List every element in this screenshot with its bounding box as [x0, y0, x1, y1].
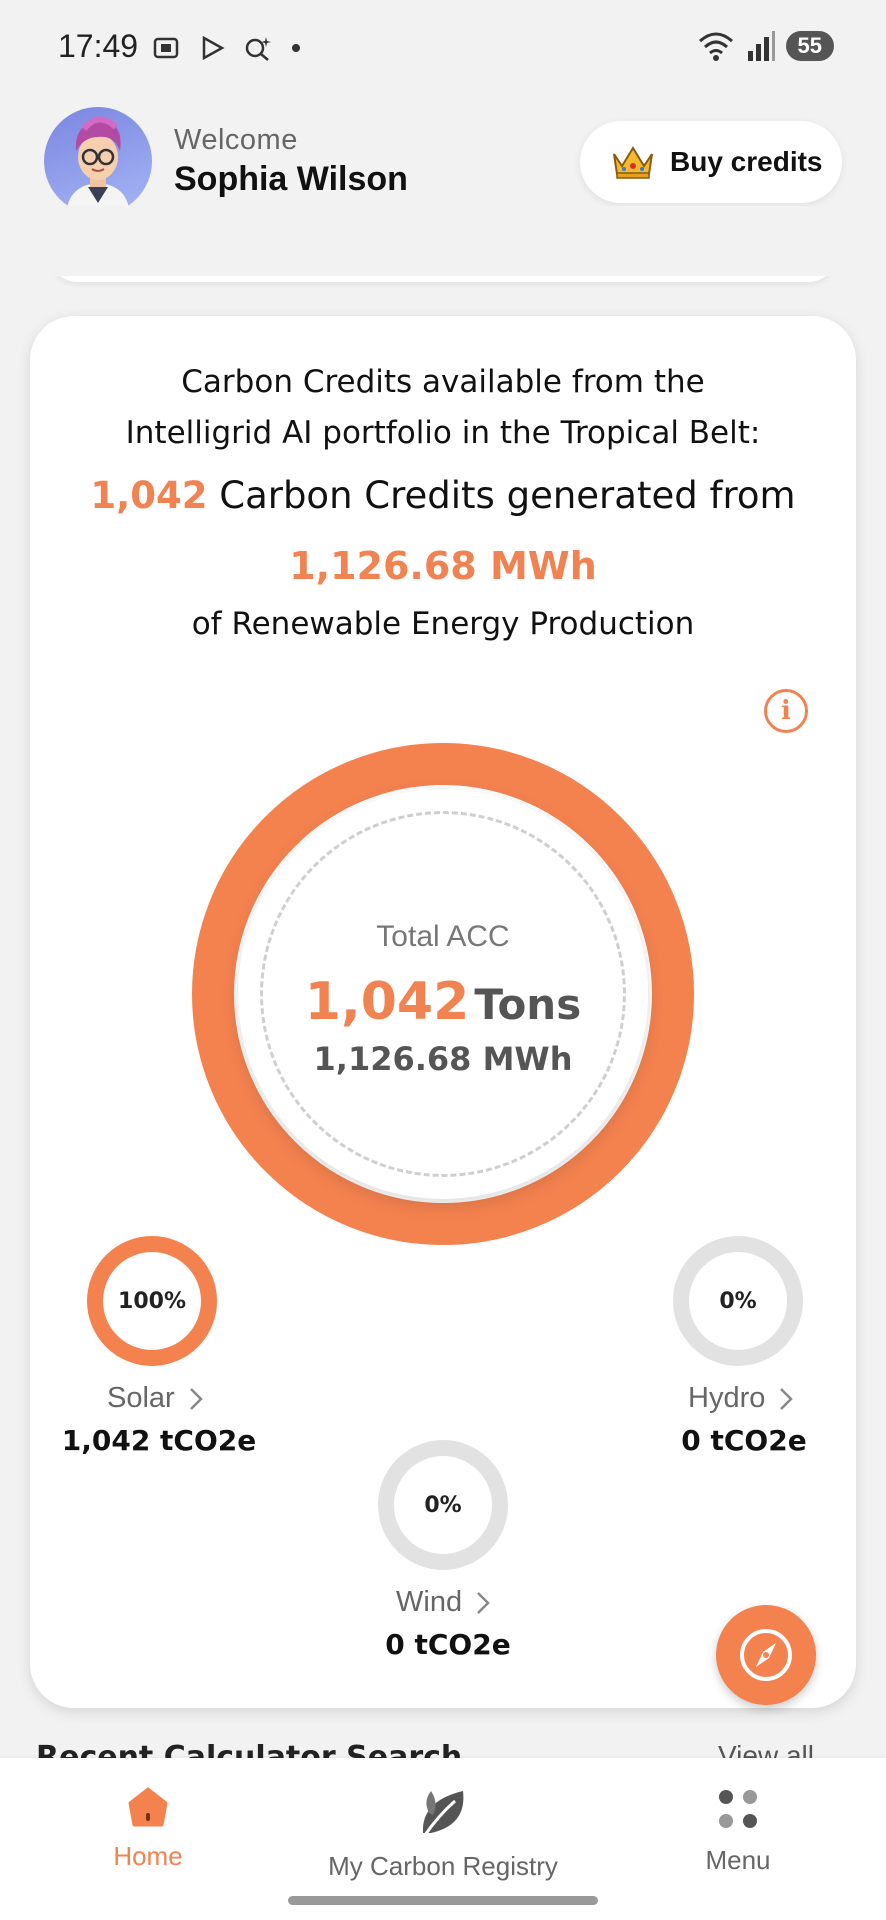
total-acc-label: Total ACC: [376, 920, 510, 953]
compass-icon: [740, 1629, 792, 1681]
solar-link[interactable]: Solar: [107, 1382, 203, 1415]
nav-menu[interactable]: Menu: [678, 1785, 798, 1876]
home-indicator[interactable]: [288, 1896, 598, 1905]
nav-home[interactable]: Home: [88, 1785, 208, 1872]
solar-percent: 100%: [118, 1288, 186, 1314]
chevron-right-icon: [189, 1387, 203, 1410]
hydro-value: 0 tCO2e: [681, 1424, 807, 1457]
menu-dots-icon: [719, 1790, 757, 1828]
nav-my-carbon-registry[interactable]: My Carbon Registry: [320, 1785, 566, 1882]
wind-link[interactable]: Wind: [396, 1586, 490, 1619]
status-icons-left: [150, 30, 304, 66]
wind-percent: 0%: [424, 1492, 462, 1518]
leaf-icon: [422, 1791, 464, 1836]
wind-ring[interactable]: 0%: [378, 1440, 508, 1570]
avatar[interactable]: [44, 107, 152, 215]
chevron-right-icon: [477, 1591, 490, 1614]
summary-energy: 1,126.68 MWh: [289, 544, 597, 588]
home-icon: [128, 1787, 168, 1827]
battery-indicator: 55: [785, 31, 834, 61]
hydro-label: Hydro: [688, 1382, 766, 1414]
summary-line-2: Intelligrid AI portfolio in the Tropical…: [125, 415, 761, 451]
solar-value: 1,042 tCO2e: [61, 1424, 257, 1457]
summary-line-3: 1,042 Carbon Credits generated from: [0, 474, 886, 517]
total-acc-number: 1,042: [304, 972, 470, 1032]
screenshot-icon: [153, 37, 179, 59]
total-acc-energy: 1,126.68 MWh: [313, 1040, 573, 1078]
welcome-label: Welcome: [174, 124, 298, 156]
buy-credits-label: Buy credits: [670, 146, 823, 177]
solar-label: Solar: [107, 1382, 175, 1414]
chevron-right-icon: [780, 1387, 794, 1410]
status-icons-right: 55: [696, 28, 834, 64]
hydro-percent: 0%: [719, 1288, 757, 1314]
divider-mask: [0, 206, 886, 276]
total-acc-value: 1,042 Tons: [0, 972, 886, 1032]
info-button[interactable]: i: [764, 689, 808, 733]
summary-line-1: Carbon Credits available from the: [181, 364, 705, 400]
hydro-ring[interactable]: 0%: [673, 1236, 803, 1366]
nav-registry-label: My Carbon Registry: [328, 1851, 558, 1881]
info-icon: i: [781, 696, 791, 726]
buy-credits-button[interactable]: Buy credits: [580, 121, 842, 203]
credits-count: 1,042: [90, 474, 208, 517]
hydro-link[interactable]: Hydro: [688, 1382, 794, 1415]
assistant-icon: [245, 37, 271, 61]
summary-line-5: of Renewable Energy Production: [191, 606, 695, 642]
status-time: 17:49: [58, 28, 139, 64]
nav-home-label: Home: [113, 1841, 183, 1871]
user-name: Sophia Wilson: [174, 160, 408, 198]
wind-label: Wind: [396, 1586, 463, 1618]
wind-value: 0 tCO2e: [385, 1628, 511, 1661]
dot-icon: [292, 44, 300, 52]
play-icon: [202, 35, 225, 61]
signal-icon: [747, 31, 775, 61]
status-bar: 17:49 55: [0, 0, 886, 96]
solar-ring[interactable]: 100%: [87, 1236, 217, 1366]
user-avatar-icon: [66, 116, 130, 215]
compass-button[interactable]: [716, 1605, 816, 1705]
crown-icon: [613, 146, 653, 179]
total-acc-unit: Tons: [474, 980, 582, 1029]
nav-menu-label: Menu: [705, 1845, 771, 1875]
summary-line-3-text: Carbon Credits generated from: [207, 474, 796, 517]
wifi-icon: [698, 32, 733, 61]
